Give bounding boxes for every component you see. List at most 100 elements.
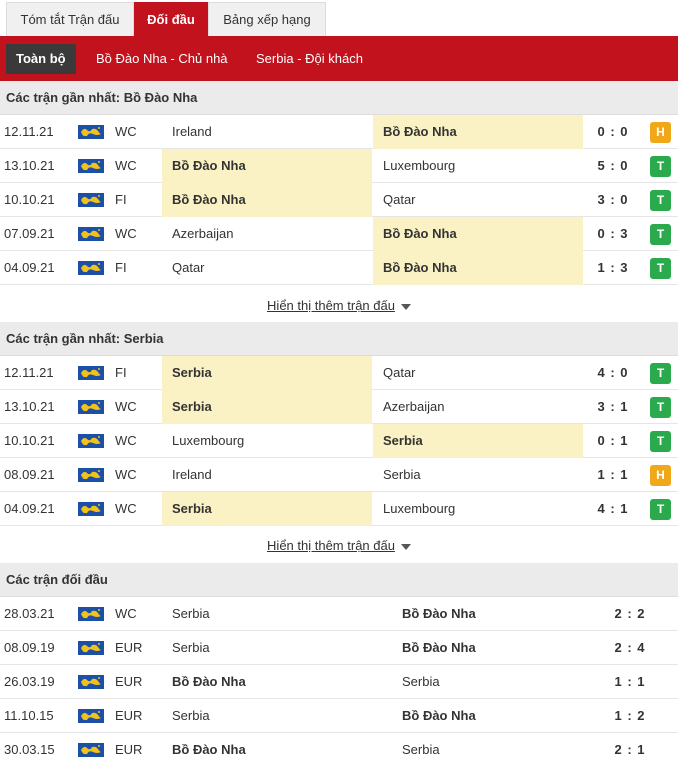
away-team[interactable]: Qatar [373, 356, 583, 390]
match-row[interactable]: 26.03.19 EUR Bồ Đào Nha Serbia 1 : 1 [0, 665, 678, 699]
home-team[interactable]: Azerbaijan [162, 217, 372, 251]
home-team[interactable]: Qatar [162, 251, 372, 285]
home-team[interactable]: Serbia [162, 699, 392, 733]
match-date: 10.10.21 [4, 192, 55, 207]
match-date: 30.03.15 [4, 742, 55, 757]
away-team[interactable]: Bồ Đào Nha [373, 251, 583, 285]
match-date: 12.11.21 [4, 365, 54, 380]
home-team[interactable]: Luxembourg [162, 424, 372, 458]
home-team[interactable]: Bồ Đào Nha [162, 733, 392, 764]
match-score: 1 : 1 [614, 674, 646, 689]
subtab-portugal-home[interactable]: Bồ Đào Nha - Chủ nhà [96, 44, 228, 74]
match-score: 1 : 1 [597, 467, 629, 482]
away-team[interactable]: Luxembourg [373, 149, 583, 183]
section-title-serbia: Các trận gần nhất: Serbia [0, 322, 678, 356]
away-team[interactable]: Bồ Đào Nha [392, 597, 592, 631]
away-team[interactable]: Luxembourg [373, 492, 583, 526]
away-team[interactable]: Serbia [392, 665, 592, 699]
home-team[interactable]: Bồ Đào Nha [162, 183, 372, 217]
world-flag-icon [78, 709, 104, 723]
top-tabs: Tóm tắt Trận đấu Đối đầu Bảng xếp hạng [0, 0, 692, 36]
competition-code: EUR [115, 742, 143, 757]
competition-code: EUR [115, 640, 143, 655]
home-team[interactable]: Serbia [162, 390, 372, 424]
match-row[interactable]: 10.10.21 FI Bồ Đào Nha Qatar 3 : 0 T [0, 183, 678, 217]
match-row[interactable]: 30.03.15 EUR Bồ Đào Nha Serbia 2 : 1 [0, 733, 678, 764]
match-score: 0 : 3 [597, 226, 629, 241]
tab-standings[interactable]: Bảng xếp hạng [208, 2, 326, 36]
match-score: 2 : 2 [614, 606, 646, 621]
tab-match-summary[interactable]: Tóm tắt Trận đấu [6, 2, 134, 36]
match-row[interactable]: 04.09.21 FI Qatar Bồ Đào Nha 1 : 3 T [0, 251, 678, 285]
home-team[interactable]: Serbia [162, 597, 392, 631]
home-team[interactable]: Bồ Đào Nha [162, 149, 372, 183]
competition-code: FI [115, 365, 127, 380]
section-title-portugal: Các trận gần nhất: Bồ Đào Nha [0, 81, 678, 115]
match-score: 0 : 0 [597, 124, 629, 139]
away-team[interactable]: Bồ Đào Nha [373, 217, 583, 251]
result-badge: T [650, 363, 671, 384]
match-score: 5 : 0 [597, 158, 629, 173]
match-date: 13.10.21 [4, 158, 55, 173]
match-score: 0 : 1 [597, 433, 629, 448]
tab-head-to-head[interactable]: Đối đầu [134, 2, 208, 36]
away-team[interactable]: Qatar [373, 183, 583, 217]
world-flag-icon [78, 125, 104, 139]
match-row[interactable]: 08.09.21 WC Ireland Serbia 1 : 1 H [0, 458, 678, 492]
subtab-all[interactable]: Toàn bộ [6, 44, 76, 74]
match-score: 1 : 3 [597, 260, 629, 275]
world-flag-icon [78, 641, 104, 655]
match-date: 26.03.19 [4, 674, 55, 689]
show-more-link[interactable]: Hiển thị thêm trận đấu [267, 298, 395, 313]
match-date: 10.10.21 [4, 433, 55, 448]
match-row[interactable]: 08.09.19 EUR Serbia Bồ Đào Nha 2 : 4 [0, 631, 678, 665]
away-team[interactable]: Serbia [373, 458, 583, 492]
show-more-serbia[interactable]: Hiển thị thêm trận đấu [0, 528, 678, 564]
match-row[interactable]: 04.09.21 WC Serbia Luxembourg 4 : 1 T [0, 492, 678, 526]
home-team[interactable]: Ireland [162, 115, 372, 149]
match-date: 13.10.21 [4, 399, 55, 414]
world-flag-icon [78, 261, 104, 275]
match-row[interactable]: 07.09.21 WC Azerbaijan Bồ Đào Nha 0 : 3 T [0, 217, 678, 251]
match-row[interactable]: 13.10.21 WC Bồ Đào Nha Luxembourg 5 : 0 T [0, 149, 678, 183]
match-date: 08.09.19 [4, 640, 55, 655]
match-row[interactable]: 28.03.21 WC Serbia Bồ Đào Nha 2 : 2 [0, 597, 678, 631]
world-flag-icon [78, 607, 104, 621]
match-row[interactable]: 12.11.21 FI Serbia Qatar 4 : 0 T [0, 356, 678, 390]
world-flag-icon [78, 227, 104, 241]
result-badge: T [650, 499, 671, 520]
result-badge: H [650, 122, 671, 143]
world-flag-icon [78, 675, 104, 689]
home-team[interactable]: Ireland [162, 458, 372, 492]
away-team[interactable]: Serbia [392, 733, 592, 764]
competition-code: WC [115, 399, 137, 414]
match-date: 11.10.15 [4, 708, 54, 723]
subtab-serbia-away[interactable]: Serbia - Đội khách [256, 44, 363, 74]
match-date: 12.11.21 [4, 124, 54, 139]
result-badge: T [650, 224, 671, 245]
show-more-link[interactable]: Hiển thị thêm trận đấu [267, 538, 395, 553]
result-badge: T [650, 190, 671, 211]
away-team[interactable]: Bồ Đào Nha [392, 631, 592, 665]
home-team[interactable]: Serbia [162, 356, 372, 390]
match-row[interactable]: 12.11.21 WC Ireland Bồ Đào Nha 0 : 0 H [0, 115, 678, 149]
match-row[interactable]: 13.10.21 WC Serbia Azerbaijan 3 : 1 T [0, 390, 678, 424]
away-team[interactable]: Azerbaijan [373, 390, 583, 424]
away-team[interactable]: Serbia [373, 424, 583, 458]
competition-code: EUR [115, 674, 143, 689]
show-more-portugal[interactable]: Hiển thị thêm trận đấu [0, 288, 678, 324]
subnav: Toàn bộ Bồ Đào Nha - Chủ nhà Serbia - Độ… [0, 36, 678, 81]
home-team[interactable]: Serbia [162, 631, 392, 665]
match-row[interactable]: 10.10.21 WC Luxembourg Serbia 0 : 1 T [0, 424, 678, 458]
match-date: 04.09.21 [4, 260, 55, 275]
competition-code: WC [115, 226, 137, 241]
world-flag-icon [78, 193, 104, 207]
home-team[interactable]: Bồ Đào Nha [162, 665, 392, 699]
caret-down-icon [400, 303, 411, 310]
home-team[interactable]: Serbia [162, 492, 372, 526]
competition-code: WC [115, 158, 137, 173]
away-team[interactable]: Bồ Đào Nha [392, 699, 592, 733]
match-row[interactable]: 11.10.15 EUR Serbia Bồ Đào Nha 1 : 2 [0, 699, 678, 733]
away-team[interactable]: Bồ Đào Nha [373, 115, 583, 149]
world-flag-icon [78, 400, 104, 414]
